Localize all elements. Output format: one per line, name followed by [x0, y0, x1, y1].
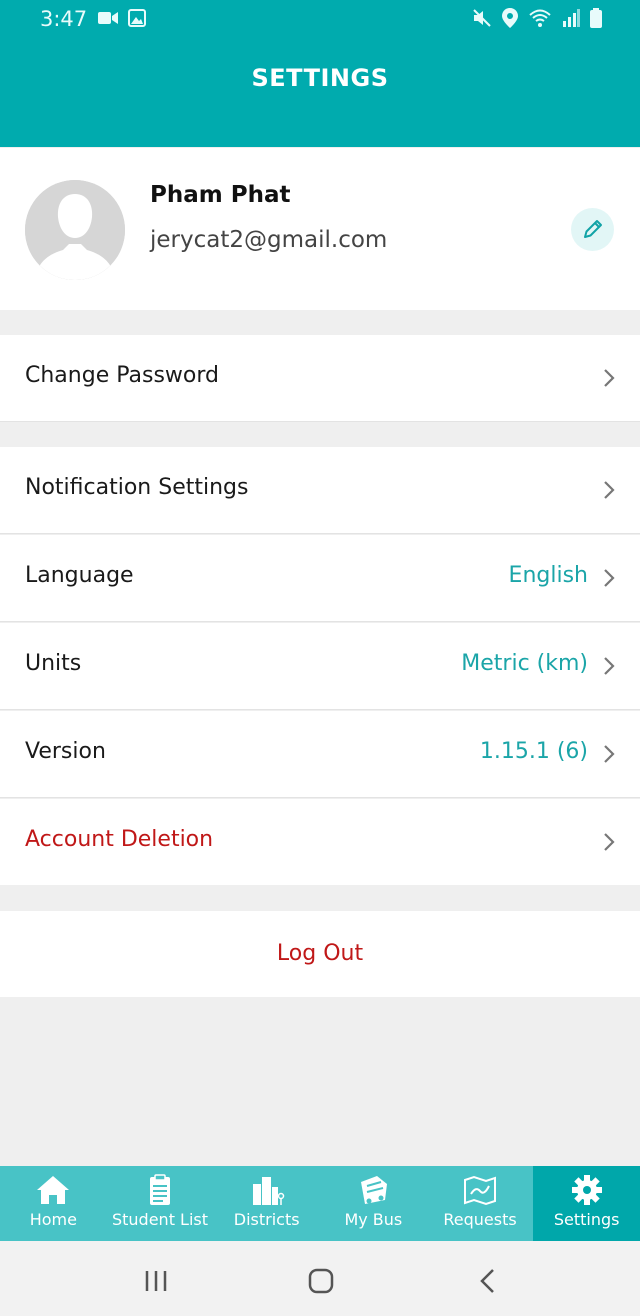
- tab-student-list-label: Student List: [111, 1210, 209, 1229]
- change-password-row[interactable]: Change Password: [0, 335, 640, 422]
- profile-name: Pham Phat: [150, 182, 291, 208]
- page-title: SETTINGS: [251, 64, 389, 92]
- image-icon: [128, 9, 146, 27]
- notification-settings-row[interactable]: Notification Settings: [0, 447, 640, 534]
- clipboard-icon: [150, 1174, 170, 1205]
- recent-apps-icon[interactable]: [143, 1269, 169, 1293]
- battery-icon: [590, 8, 602, 28]
- tab-settings[interactable]: Settings: [533, 1166, 640, 1241]
- tab-districts-label: Districts: [233, 1210, 300, 1229]
- back-icon[interactable]: [478, 1268, 498, 1294]
- chevron-right-icon: [604, 369, 615, 387]
- tab-requests-label: Requests: [443, 1210, 517, 1229]
- map-icon: [464, 1175, 497, 1206]
- chevron-right-icon: [604, 657, 615, 675]
- wifi-icon: [529, 9, 551, 27]
- notification-settings-label: Notification Settings: [25, 475, 249, 500]
- home-nav-icon[interactable]: [308, 1268, 334, 1294]
- language-row[interactable]: Language English: [0, 535, 640, 622]
- pencil-icon: [584, 220, 602, 238]
- profile-email: jerycat2@gmail.com: [150, 227, 388, 253]
- units-row[interactable]: Units Metric (km): [0, 623, 640, 710]
- tab-home[interactable]: Home: [0, 1166, 107, 1241]
- tab-settings-label: Settings: [553, 1210, 620, 1229]
- tab-my-bus[interactable]: My Bus: [320, 1166, 427, 1241]
- signal-icon: [563, 9, 580, 27]
- buildings-icon: [252, 1177, 284, 1205]
- tab-my-bus-label: My Bus: [344, 1210, 403, 1229]
- tab-requests[interactable]: Requests: [427, 1166, 534, 1241]
- account-deletion-row[interactable]: Account Deletion: [0, 799, 640, 885]
- mute-icon: [473, 9, 491, 27]
- tab-student-list[interactable]: Student List: [107, 1166, 214, 1241]
- home-icon: [37, 1176, 70, 1204]
- language-value: English: [508, 563, 588, 588]
- tab-districts[interactable]: Districts: [213, 1166, 320, 1241]
- edit-profile-button[interactable]: [571, 208, 614, 251]
- location-icon: [502, 8, 518, 28]
- chevron-right-icon: [604, 569, 615, 587]
- tab-home-label: Home: [29, 1210, 77, 1229]
- app-bar: 3:47 SETTINGS: [0, 0, 640, 147]
- video-camera-icon: [98, 12, 118, 24]
- chevron-right-icon: [604, 833, 615, 851]
- change-password-label: Change Password: [25, 363, 219, 388]
- status-time: 3:47: [40, 7, 88, 31]
- avatar[interactable]: [25, 180, 125, 280]
- version-label: Version: [25, 739, 106, 764]
- chevron-right-icon: [604, 481, 615, 499]
- chevron-right-icon: [604, 745, 615, 763]
- logout-button[interactable]: Log Out: [0, 911, 640, 997]
- version-value: 1.15.1 (6): [479, 739, 588, 764]
- account-deletion-label: Account Deletion: [25, 827, 214, 852]
- language-label: Language: [25, 563, 134, 588]
- gear-icon: [571, 1175, 602, 1205]
- bottom-tab-bar: Home Student List Districts My Bus Reque…: [0, 1166, 640, 1241]
- system-nav-bar: [0, 1241, 640, 1316]
- bus-icon: [361, 1176, 388, 1204]
- units-value: Metric (km): [461, 651, 588, 676]
- status-bar: 3:47: [0, 0, 640, 38]
- version-row[interactable]: Version 1.15.1 (6): [0, 711, 640, 798]
- units-label: Units: [25, 651, 82, 676]
- person-silhouette-icon: [25, 180, 125, 280]
